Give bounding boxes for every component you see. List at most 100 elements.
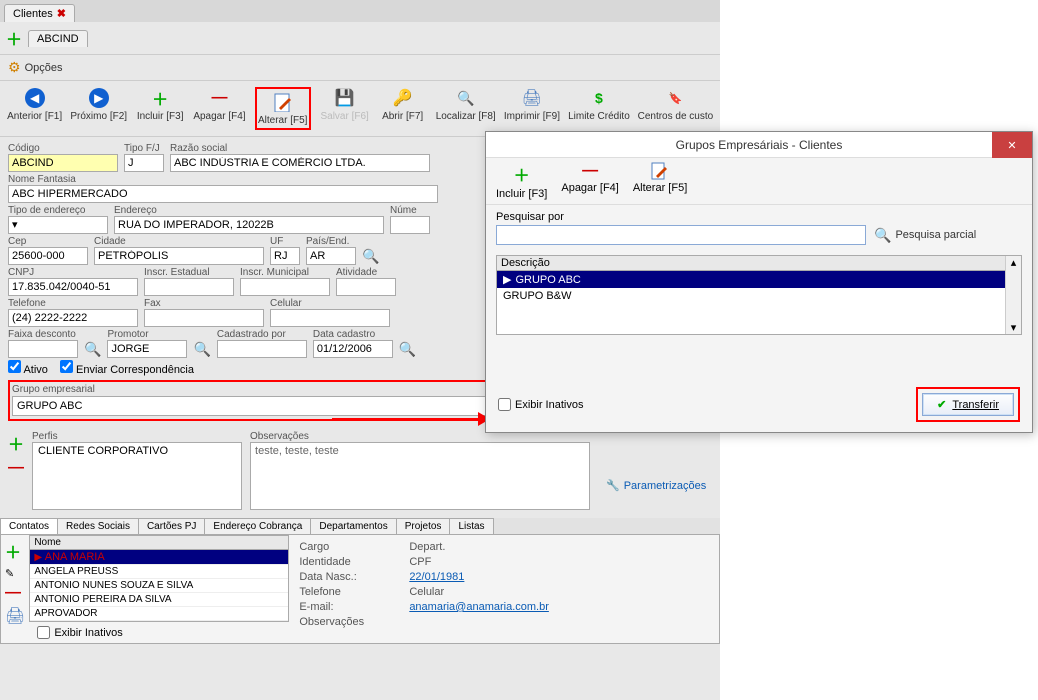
tab-endereco[interactable]: Endereço Cobrança [204, 518, 311, 534]
data-input[interactable] [313, 340, 393, 358]
celular-input[interactable] [270, 309, 390, 327]
search-input[interactable] [496, 225, 866, 245]
groups-list[interactable]: Descrição ▶ GRUPO ABC GRUPO B&W ▴ ▾ [496, 255, 1022, 335]
dialog-incluir-button[interactable]: ＋ Incluir [F3] [496, 162, 547, 200]
add-perfil-button[interactable]: ＋ [8, 431, 24, 455]
cadastrado-input[interactable] [217, 340, 307, 358]
dialog-toolbar: ＋ Incluir [F3] — Apagar [F4] Alterar [F5… [486, 158, 1032, 205]
table-row[interactable]: ANTONIO PEREIRA DA SILVA [30, 593, 288, 607]
centros-button[interactable]: 🔖 Centros de custo [639, 87, 712, 122]
transferir-button[interactable]: ✔ Transferir [922, 393, 1014, 416]
incluir-button[interactable]: ＋ Incluir [F3] [136, 87, 184, 122]
fantasia-input[interactable] [8, 185, 438, 203]
salvar-button[interactable]: 💾 Salvar [F6] [321, 87, 369, 122]
tab-listas[interactable]: Listas [449, 518, 493, 534]
tab-redes[interactable]: Redes Sociais [57, 518, 139, 534]
toolbar-label: Alterar [F5] [258, 115, 307, 126]
numero-input[interactable] [390, 216, 430, 234]
tab-departamentos[interactable]: Departamentos [310, 518, 396, 534]
tab-clientes[interactable]: Clientes ✖ [4, 4, 75, 22]
dialog-titlebar[interactable]: Grupos Empresáriais - Clientes ✕ [486, 132, 1032, 158]
detail-label: Identidade [299, 556, 379, 568]
numero-label: Núme [390, 205, 430, 216]
im-input[interactable] [240, 278, 330, 296]
table-row[interactable]: APROVADOR [30, 607, 288, 621]
search-icon: 🔍 [457, 90, 474, 107]
apagar-button[interactable]: — Apagar [F4] [194, 87, 245, 122]
list-item[interactable]: GRUPO B&W [497, 288, 1005, 304]
email-value[interactable]: anamaria@anamaria.com.br [409, 601, 549, 613]
plus-icon[interactable]: ＋ [6, 26, 22, 50]
perfis-obs-block: ＋ — Perfis CLIENTE CORPORATIVO Observaçõ… [0, 427, 720, 514]
print-contact-button[interactable]: 🖨 [5, 606, 25, 626]
window-tab-strip: Clientes ✖ [0, 0, 720, 22]
add-contact-button[interactable]: ＋ [5, 539, 25, 563]
ativo-checkbox[interactable]: Ativo [8, 360, 48, 376]
remove-perfil-button[interactable]: — [8, 459, 24, 477]
uf-input[interactable] [270, 247, 300, 265]
cidade-input[interactable] [94, 247, 264, 265]
codigo-input[interactable] [8, 154, 118, 172]
cep-input[interactable] [8, 247, 88, 265]
imprimir-button[interactable]: 🖨 Imprimir [F9] [505, 87, 559, 122]
opcoes-bar[interactable]: ⚙ Opções [0, 55, 720, 81]
razao-input[interactable] [170, 154, 430, 172]
remove-contact-button[interactable]: — [5, 584, 25, 602]
list-item[interactable]: ▶ GRUPO ABC [497, 271, 1005, 288]
ie-input[interactable] [144, 278, 234, 296]
lookup-icon[interactable]: 🔍 [362, 248, 379, 265]
list-item[interactable]: CLIENTE CORPORATIVO [34, 444, 240, 458]
parametrizacoes-link[interactable]: 🔧 Parametrizações [606, 461, 706, 510]
promotor-input[interactable] [107, 340, 187, 358]
partial-search-link[interactable]: 🔍 Pesquisa parcial [874, 227, 976, 244]
close-icon[interactable]: ✖ [57, 7, 66, 20]
dialog-alterar-button[interactable]: Alterar [F5] [633, 162, 687, 200]
ativo-label: Ativo [23, 364, 47, 376]
endereco-label: Endereço [114, 205, 384, 216]
transfer-highlight: ✔ Transferir [916, 387, 1020, 422]
tipo-input[interactable] [124, 154, 164, 172]
dialog-close-button[interactable]: ✕ [992, 132, 1032, 158]
tab-projetos[interactable]: Projetos [396, 518, 451, 534]
endereco-input[interactable] [114, 216, 384, 234]
tipo-end-select[interactable]: ▾ [8, 216, 108, 234]
enviar-checkbox[interactable]: Enviar Correspondência [60, 360, 194, 376]
pais-input[interactable] [306, 247, 356, 265]
obs-text[interactable]: teste, teste, teste [250, 442, 590, 510]
faixa-input[interactable] [8, 340, 78, 358]
abrir-button[interactable]: 🔑 Abrir [F7] [379, 87, 427, 122]
table-row[interactable]: ANGELA PREUSS [30, 565, 288, 579]
proximo-button[interactable]: ▶ Próximo [F2] [71, 87, 126, 122]
telefone-input[interactable] [8, 309, 138, 327]
atividade-input[interactable] [336, 278, 396, 296]
cnpj-input[interactable] [8, 278, 138, 296]
table-header: Nome [30, 536, 288, 550]
contacts-table[interactable]: Nome ▶ ANA MARIA ANGELA PREUSS ANTONIO N… [29, 535, 289, 622]
scrollbar[interactable]: ▴ ▾ [1005, 256, 1021, 334]
limite-button[interactable]: $ Limite Crédito [569, 87, 629, 122]
fax-input[interactable] [144, 309, 264, 327]
scroll-down-icon[interactable]: ▾ [1011, 321, 1017, 334]
lookup-icon[interactable]: 🔍 [193, 341, 210, 358]
exibir-inativos-checkbox[interactable] [37, 626, 50, 639]
scroll-up-icon[interactable]: ▴ [1011, 256, 1017, 269]
detail-label: Observações [299, 616, 379, 628]
tab-contatos[interactable]: Contatos [0, 518, 58, 534]
lookup-icon[interactable]: 🔍 [399, 341, 416, 358]
edit-contact-button[interactable]: ✎ [5, 567, 25, 580]
detail-tabs: Contatos Redes Sociais Cartões PJ Endere… [0, 518, 720, 535]
tab-cartoes[interactable]: Cartões PJ [138, 518, 205, 534]
dialog-apagar-button[interactable]: — Apagar [F4] [561, 162, 618, 200]
uf-label: UF [270, 236, 300, 247]
localizar-button[interactable]: 🔍 Localizar [F8] [437, 87, 495, 122]
anterior-button[interactable]: ◀ Anterior [F1] [8, 87, 61, 122]
exibir-inativos-checkbox[interactable]: Exibir Inativos [498, 398, 583, 411]
datanasc-value: 22/01/1981 [409, 571, 464, 583]
toolbar-label: Centros de custo [638, 111, 714, 122]
record-tab[interactable]: ABCIND [28, 30, 88, 47]
table-row[interactable]: ANTONIO NUNES SOUZA E SILVA [30, 579, 288, 593]
record-tab-bar: ＋ ABCIND [0, 22, 720, 55]
alterar-button[interactable]: Alterar [F5] [255, 87, 311, 130]
lookup-icon[interactable]: 🔍 [84, 341, 101, 358]
perfis-list[interactable]: CLIENTE CORPORATIVO [32, 442, 242, 510]
